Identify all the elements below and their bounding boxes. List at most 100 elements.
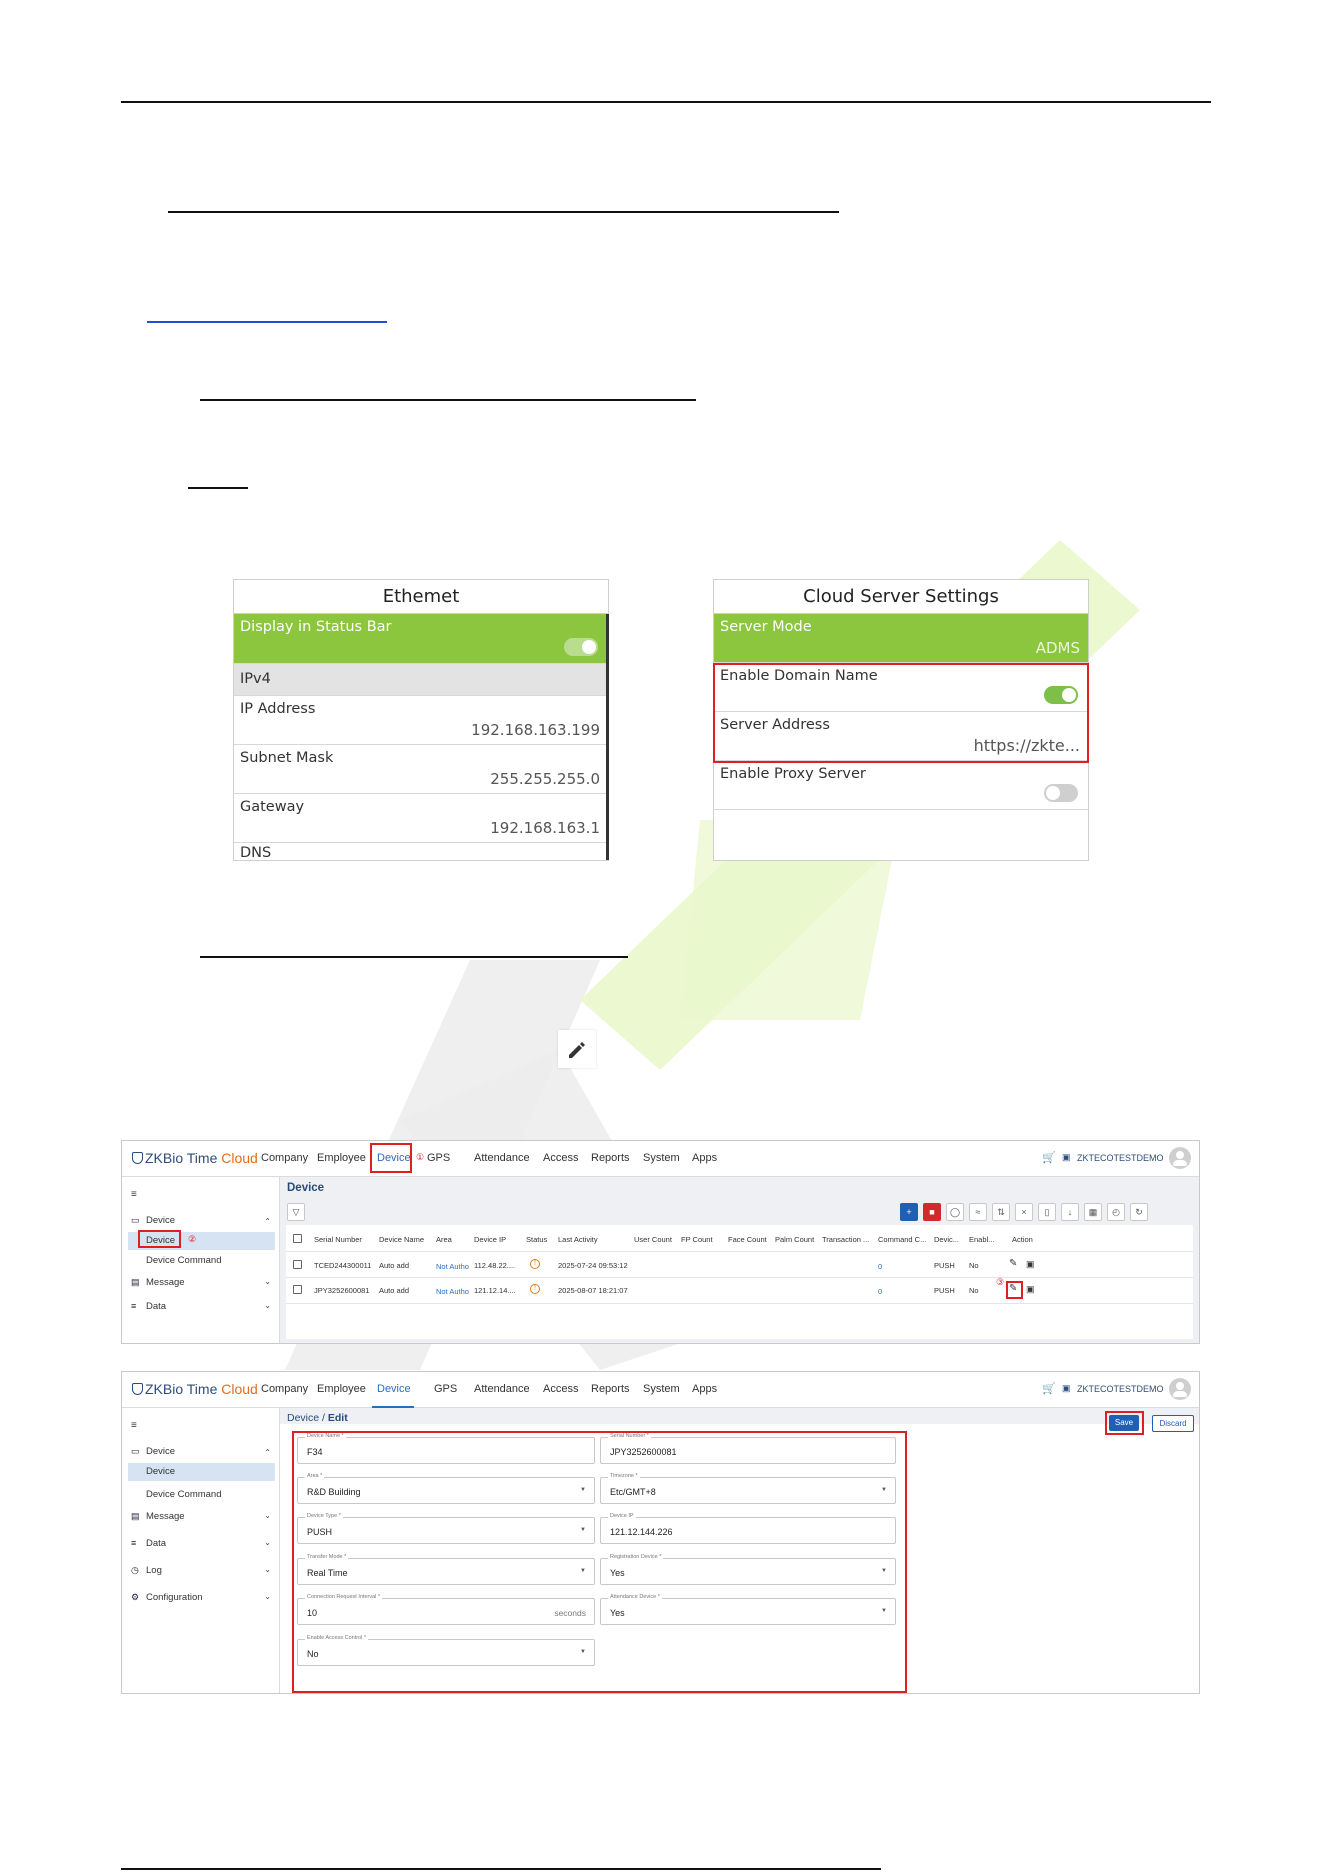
- display-status-bar-row[interactable]: Display in Status Bar: [234, 614, 608, 664]
- sidebar-sub-device-command[interactable]: Device Command: [128, 1486, 275, 1504]
- subnet-mask-row[interactable]: Subnet Mask 255.255.255.0: [234, 745, 608, 794]
- nav-company[interactable]: Company: [261, 1152, 308, 1164]
- nav-attendance[interactable]: Attendance: [474, 1152, 530, 1164]
- col-header[interactable]: Command C...: [878, 1235, 926, 1244]
- toolbar-icon-4[interactable]: ▯: [1038, 1203, 1056, 1221]
- nav-apps[interactable]: Apps: [692, 1383, 717, 1395]
- sidebar-item-log[interactable]: ◷ Log: [131, 1565, 162, 1576]
- avatar[interactable]: [1169, 1378, 1191, 1400]
- col-header[interactable]: Action: [1012, 1235, 1033, 1244]
- cell-area[interactable]: Not Autho: [436, 1287, 469, 1296]
- registration-device-select[interactable]: Registration Device * Yes ▼: [600, 1554, 896, 1585]
- enable-proxy-server-toggle[interactable]: [1044, 784, 1078, 802]
- sidebar-item-device[interactable]: ▭ Device: [131, 1446, 175, 1457]
- discard-button[interactable]: Discard: [1152, 1415, 1194, 1432]
- sidebar-collapse-icon[interactable]: ≡: [131, 1189, 137, 1200]
- app-logo[interactable]: ZKBio Time Cloud: [132, 1381, 258, 1397]
- nav-apps[interactable]: Apps: [692, 1152, 717, 1164]
- add-button[interactable]: +: [900, 1203, 918, 1221]
- pencil-icon[interactable]: ✎: [1009, 1283, 1017, 1294]
- col-header[interactable]: Device IP: [474, 1235, 506, 1244]
- sidebar-item-device[interactable]: ▭ Device: [131, 1215, 175, 1226]
- col-header[interactable]: Transaction ...: [822, 1235, 869, 1244]
- cell-command-count[interactable]: 0: [878, 1262, 882, 1271]
- sidebar-item-configuration[interactable]: ⚙ Configuration: [131, 1592, 203, 1603]
- nav-attendance[interactable]: Attendance: [474, 1383, 530, 1395]
- cart-icon[interactable]: 🛒: [1042, 1382, 1056, 1395]
- transfer-mode-select[interactable]: Transfer Mode * Real Time ▼: [297, 1554, 595, 1585]
- display-status-bar-toggle[interactable]: [564, 638, 598, 656]
- close-icon[interactable]: ×: [1015, 1203, 1033, 1221]
- sidebar-collapse-icon[interactable]: ≡: [131, 1420, 137, 1431]
- nav-access[interactable]: Access: [543, 1383, 578, 1395]
- toolbar-icon-3[interactable]: ⇅: [992, 1203, 1010, 1221]
- sidebar-sub-device[interactable]: Device: [128, 1463, 275, 1481]
- dns-row[interactable]: DNS: [234, 843, 608, 859]
- avatar[interactable]: [1169, 1147, 1191, 1169]
- cell-area[interactable]: Not Autho: [436, 1262, 469, 1271]
- chevron-down-icon[interactable]: ⌄: [264, 1565, 271, 1574]
- col-header[interactable]: User Count: [634, 1235, 672, 1244]
- col-header[interactable]: FP Count: [681, 1235, 713, 1244]
- col-header[interactable]: Face Count: [728, 1235, 767, 1244]
- toolbar-icon-2[interactable]: ≈: [969, 1203, 987, 1221]
- breadcrumb-root[interactable]: Device: [287, 1412, 319, 1424]
- nav-employee[interactable]: Employee: [317, 1383, 366, 1395]
- col-header[interactable]: Area: [436, 1235, 452, 1244]
- col-header[interactable]: Palm Count: [775, 1235, 814, 1244]
- enable-access-control-select[interactable]: Enable Access Control * No ▼: [297, 1635, 595, 1666]
- nav-gps[interactable]: GPS: [427, 1152, 450, 1164]
- chevron-down-icon[interactable]: ⌄: [264, 1592, 271, 1601]
- refresh-icon[interactable]: ↻: [1130, 1203, 1148, 1221]
- row-checkbox[interactable]: [293, 1260, 302, 1269]
- nav-reports[interactable]: Reports: [591, 1152, 630, 1164]
- company-name[interactable]: ZKTECOTESTDEMO: [1077, 1384, 1164, 1394]
- timezone-select[interactable]: Timezone * Etc/GMT+8 ▼: [600, 1473, 896, 1504]
- col-header[interactable]: Device Name: [379, 1235, 424, 1244]
- toolbar-icon-1[interactable]: ◯: [946, 1203, 964, 1221]
- nav-reports[interactable]: Reports: [591, 1383, 630, 1395]
- device-type-select[interactable]: Device Type * PUSH ▼: [297, 1513, 595, 1544]
- col-header[interactable]: Status: [526, 1235, 547, 1244]
- chevron-up-icon[interactable]: ⌃: [264, 1217, 271, 1226]
- device-name-field[interactable]: Device Name * F34: [297, 1433, 595, 1464]
- filter-button[interactable]: ▽: [287, 1203, 305, 1221]
- sidebar-item-message[interactable]: ▤ Message: [131, 1511, 185, 1522]
- ipv4-row[interactable]: IPv4: [234, 664, 608, 696]
- cart-icon[interactable]: 🛒: [1042, 1151, 1056, 1164]
- sidebar-item-data[interactable]: ≡ Data: [131, 1301, 166, 1312]
- ip-address-row[interactable]: IP Address 192.168.163.199: [234, 696, 608, 745]
- nav-access[interactable]: Access: [543, 1152, 578, 1164]
- attendance-device-select[interactable]: Attendance Device * Yes ▼: [600, 1594, 896, 1625]
- sidebar-sub-device-command[interactable]: Device Command: [128, 1252, 275, 1270]
- trash-icon[interactable]: ▣: [1026, 1259, 1035, 1270]
- nav-employee[interactable]: Employee: [317, 1152, 366, 1164]
- device-ip-field[interactable]: Device IP 121.12.144.226: [600, 1513, 896, 1544]
- nav-company[interactable]: Company: [261, 1383, 308, 1395]
- download-icon[interactable]: ↓: [1061, 1203, 1079, 1221]
- nav-gps[interactable]: GPS: [434, 1383, 457, 1395]
- connection-interval-field[interactable]: Connection Request Interval * 10 seconds: [297, 1594, 595, 1625]
- chevron-down-icon[interactable]: ⌄: [264, 1301, 271, 1310]
- chevron-down-icon[interactable]: ⌄: [264, 1277, 271, 1286]
- nav-system[interactable]: System: [643, 1152, 680, 1164]
- nav-device[interactable]: Device: [377, 1383, 411, 1395]
- col-header[interactable]: Serial Number: [314, 1235, 362, 1244]
- serial-number-field[interactable]: Serial Number * JPY3252600081: [600, 1433, 896, 1464]
- link-underline[interactable]: [147, 321, 387, 323]
- pencil-icon[interactable]: ✎: [1009, 1258, 1017, 1269]
- scrollbar[interactable]: [606, 614, 609, 860]
- chevron-up-icon[interactable]: ⌃: [264, 1448, 271, 1457]
- app-logo[interactable]: ZKBio Time Cloud: [132, 1150, 258, 1166]
- delete-button[interactable]: ■: [923, 1203, 941, 1221]
- sidebar-item-message[interactable]: ▤ Message: [131, 1277, 185, 1288]
- server-mode-row[interactable]: Server Mode ADMS: [714, 614, 1088, 663]
- col-header[interactable]: Last Activity: [558, 1235, 598, 1244]
- area-select[interactable]: Area * R&D Building ▼: [297, 1473, 595, 1504]
- select-all-checkbox[interactable]: [293, 1234, 302, 1243]
- col-header[interactable]: Enabl...: [969, 1235, 994, 1244]
- row-checkbox[interactable]: [293, 1285, 302, 1294]
- chevron-down-icon[interactable]: ⌄: [264, 1511, 271, 1520]
- history-icon[interactable]: ◴: [1107, 1203, 1125, 1221]
- nav-system[interactable]: System: [643, 1383, 680, 1395]
